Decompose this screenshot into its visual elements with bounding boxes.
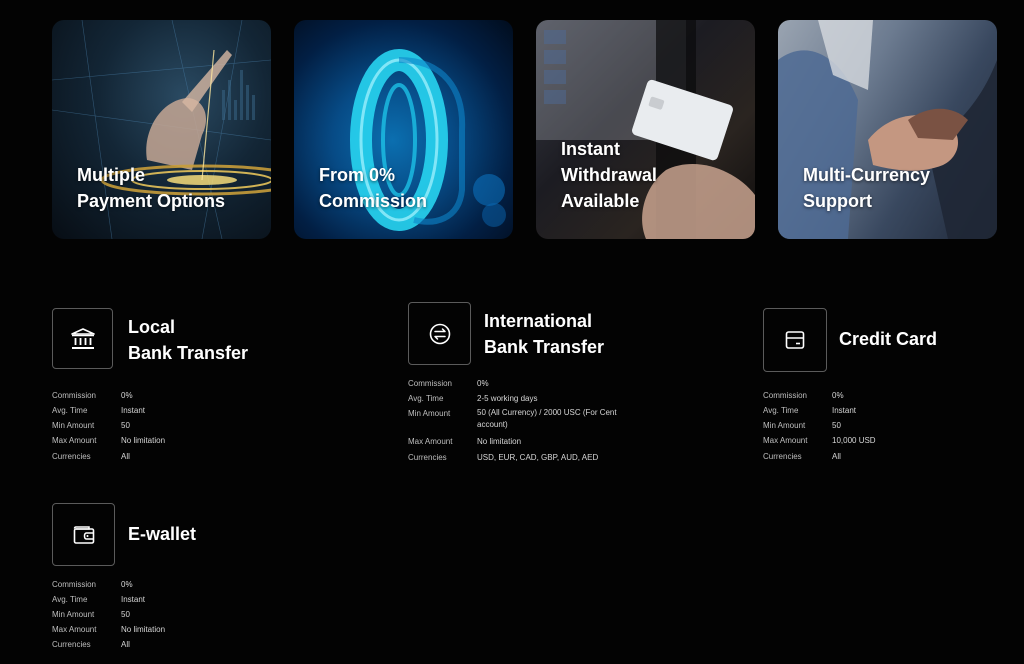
detail-row: Avg. Time Instant bbox=[763, 406, 857, 415]
method-ewallet: E-wallet Commission 0% Avg. Time Instant M… bbox=[52, 503, 352, 658]
method-international-bank-transfer: International Bank Transfer Commission 0%… bbox=[408, 302, 708, 472]
bank-icon bbox=[70, 327, 95, 349]
exchange-icon bbox=[429, 323, 450, 344]
method-details: Commission 0% Avg. Time Instant Min Amount… bbox=[763, 388, 1003, 464]
card-caption: Multi-Currency Support bbox=[803, 165, 931, 211]
method-title: Credit Card bbox=[839, 329, 938, 349]
method-credit-card: Credit Card Commission 0% Avg. Time Instan… bbox=[763, 308, 1003, 468]
detail-row: Avg. Time 2-5 working days bbox=[408, 394, 538, 403]
feature-card-commission: From 0% Commission bbox=[294, 20, 513, 239]
exchange-icon-box bbox=[408, 302, 471, 365]
detail-row: Avg. Time Instant bbox=[52, 595, 146, 604]
method-local-bank-transfer: Local Bank Transfer Commission 0% Avg. Ti… bbox=[52, 308, 352, 468]
card-caption: Multiple Payment Options bbox=[77, 165, 226, 211]
detail-row: Currencies All bbox=[52, 640, 130, 649]
method-title: International Bank Transfer bbox=[484, 311, 605, 357]
method-details: Commission 0% Avg. Time 2-5 working days M… bbox=[408, 376, 668, 465]
detail-row: Currencies All bbox=[763, 452, 841, 461]
method-title: E-wallet bbox=[128, 524, 197, 544]
detail-row: Commission 0% bbox=[763, 391, 844, 400]
card-caption: Instant Withdrawal Available bbox=[561, 139, 657, 211]
detail-row: Min Amount 50 bbox=[52, 421, 130, 430]
detail-row: Max Amount No limitation bbox=[52, 436, 166, 445]
wallet-icon-box bbox=[52, 503, 115, 566]
detail-row: Currencies All bbox=[52, 452, 130, 461]
detail-row: Max Amount 10,000 USD bbox=[763, 436, 876, 445]
feature-card-payment-options: Multiple Payment Options bbox=[52, 20, 271, 239]
detail-row: Commission 0% bbox=[52, 391, 133, 400]
detail-row: Avg. Time Instant bbox=[52, 406, 146, 415]
method-details: Commission 0% Avg. Time Instant Min Amount… bbox=[52, 388, 312, 464]
detail-row: Commission 0% bbox=[52, 580, 133, 589]
detail-row: Currencies USD, EUR, CAD, GBP, AUD, AED bbox=[408, 453, 599, 462]
detail-row: Max Amount No limitation bbox=[52, 625, 166, 634]
feature-card-multi-currency: Multi-Currency Support bbox=[778, 20, 997, 239]
card-caption: From 0% Commission bbox=[319, 165, 428, 211]
method-title: Local Bank Transfer bbox=[128, 317, 249, 363]
credit-card-icon-box bbox=[763, 308, 827, 372]
feature-card-withdrawal: Instant Withdrawal Available bbox=[536, 20, 755, 239]
detail-row: Min Amount 50 (All Currency) / 2000 USC (… bbox=[408, 408, 617, 429]
detail-row: Min Amount 50 bbox=[763, 421, 841, 430]
credit-card-icon bbox=[785, 331, 805, 349]
bank-icon-box bbox=[52, 308, 113, 369]
detail-row: Commission 0% bbox=[408, 379, 489, 388]
detail-row: Max Amount No limitation bbox=[408, 437, 522, 446]
detail-row: Min Amount 50 bbox=[52, 610, 130, 619]
wallet-icon bbox=[73, 525, 94, 544]
method-details: Commission 0% Avg. Time Instant Min Amount… bbox=[52, 577, 312, 652]
feature-cards: Multiple Payment Options From 0% Commiss… bbox=[52, 20, 997, 240]
